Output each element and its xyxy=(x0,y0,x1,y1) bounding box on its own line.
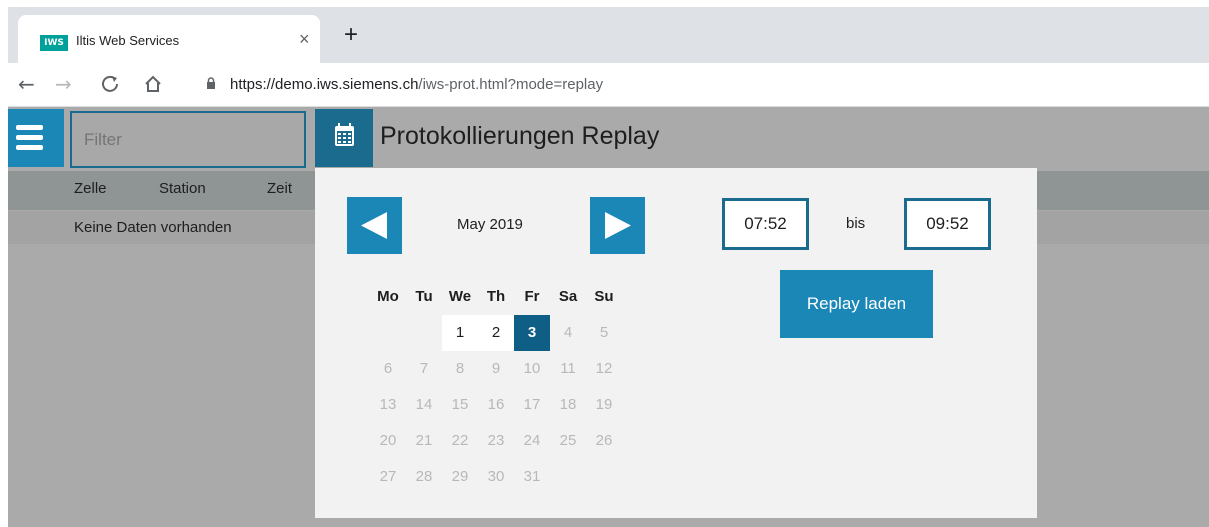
replay-load-button[interactable]: Replay laden xyxy=(780,270,933,338)
weekday-header: Fr xyxy=(524,288,540,305)
address-bar[interactable]: https://demo.iws.siemens.ch/iws-prot.htm… xyxy=(230,76,603,93)
home-icon[interactable] xyxy=(143,71,163,100)
calendar-day: 16 xyxy=(487,396,505,413)
calendar-day: 13 xyxy=(379,396,397,413)
back-arrow-icon[interactable]: ← xyxy=(18,71,35,97)
weekday-header: Su xyxy=(594,288,614,305)
forward-arrow-icon[interactable]: → xyxy=(55,71,72,97)
reload-icon[interactable] xyxy=(100,71,120,100)
calendar-day: 20 xyxy=(379,432,397,449)
time-separator: bis xyxy=(846,215,866,232)
calendar-day: 17 xyxy=(523,396,541,413)
time-from-input[interactable] xyxy=(722,198,809,250)
filter-input[interactable] xyxy=(70,111,306,168)
weekday-header: Sa xyxy=(558,288,578,305)
calendar-day[interactable]: 1 xyxy=(442,315,478,351)
column-header-zeit[interactable]: Zeit xyxy=(267,180,292,197)
calendar-day: 18 xyxy=(559,396,577,413)
calendar-day: 23 xyxy=(487,432,505,449)
calendar-day: 5 xyxy=(599,324,609,341)
calendar-day: 30 xyxy=(487,468,505,485)
url-host: https://demo.iws.siemens.ch xyxy=(230,76,419,93)
calendar-day: 31 xyxy=(523,468,541,485)
calendar-day: 12 xyxy=(595,360,613,377)
calendar-icon[interactable] xyxy=(315,109,373,167)
calendar-day: 14 xyxy=(415,396,433,413)
calendar-day: 9 xyxy=(491,360,501,377)
calendar-day: 11 xyxy=(560,360,576,377)
calendar-day: 4 xyxy=(563,324,573,341)
calendar-day: 28 xyxy=(415,468,433,485)
calendar-day: 29 xyxy=(451,468,469,485)
next-month-icon[interactable] xyxy=(590,197,645,254)
lock-icon xyxy=(207,77,215,89)
hamburger-menu-icon[interactable] xyxy=(8,109,64,167)
calendar-day: 7 xyxy=(419,360,429,377)
calendar-day: 6 xyxy=(383,360,393,377)
calendar-day: 19 xyxy=(595,396,613,413)
weekday-header: Mo xyxy=(377,288,399,305)
calendar-day: 10 xyxy=(523,360,541,377)
time-to-input[interactable] xyxy=(904,198,991,250)
favicon-icon: IWS xyxy=(40,35,68,51)
browser-tab-bar: IWS Iltis Web Services × + xyxy=(8,7,1209,63)
calendar-day: 27 xyxy=(379,468,397,485)
tab-close-icon[interactable]: × xyxy=(299,29,310,50)
tab-title: Iltis Web Services xyxy=(76,33,180,48)
calendar-day: 15 xyxy=(451,396,469,413)
calendar-day: 21 xyxy=(415,432,433,449)
replay-popup: May 2019 Mo Tu We Th Fr Sa Su 1 2 3 4 5 6 7 8 9 10 11 12 13… xyxy=(315,168,1037,518)
new-tab-button[interactable]: + xyxy=(344,21,358,49)
prev-month-icon[interactable] xyxy=(347,197,402,254)
weekday-header: Tu xyxy=(415,288,433,305)
browser-nav-bar: ← → https://demo.iws.siemens.ch/iws-prot… xyxy=(8,63,1209,107)
column-header-station[interactable]: Station xyxy=(159,180,206,197)
calendar-day: 22 xyxy=(451,432,469,449)
calendar-day[interactable]: 2 xyxy=(478,315,514,351)
column-header-zelle[interactable]: Zelle xyxy=(74,180,107,197)
calendar-day: 26 xyxy=(595,432,613,449)
calendar-day: 8 xyxy=(455,360,465,377)
url-path: /iws-prot.html?mode=replay xyxy=(418,76,604,93)
page-title: Protokollierungen Replay xyxy=(380,122,660,150)
calendar-day: 25 xyxy=(559,432,577,449)
browser-tab[interactable]: IWS Iltis Web Services × xyxy=(18,15,320,63)
month-label: May 2019 xyxy=(457,216,523,233)
empty-message: Keine Daten vorhanden xyxy=(74,219,232,236)
calendar-day: 24 xyxy=(523,432,541,449)
weekday-header: We xyxy=(448,288,472,305)
weekday-header: Th xyxy=(486,288,506,305)
calendar-day-selected[interactable]: 3 xyxy=(514,315,550,351)
